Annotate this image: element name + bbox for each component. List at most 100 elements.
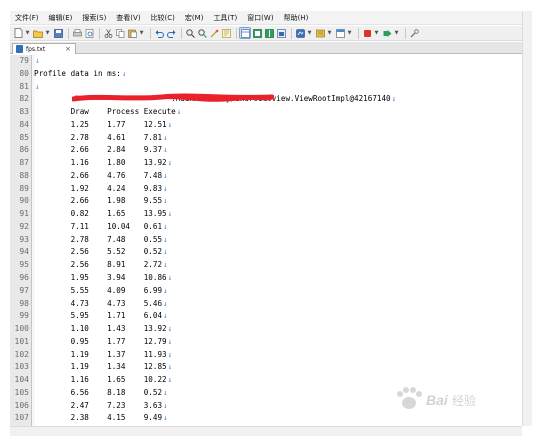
end-of-line-marker: ↓ [163,196,168,206]
toolbar: ▼ ▼ ▼ ▼ ▼ ▼ ▼ ▼ [10,26,522,41]
calendar-icon[interactable] [335,28,345,38]
line-content: 2.38 4.15 9.49 [34,413,163,423]
cut-icon[interactable] [103,28,113,38]
line-text: 2.66 4.76 7.48↓ [34,170,168,183]
editor-line[interactable]: 97 5.55 4.09 6.99↓ [10,285,522,298]
editor-line[interactable]: 86 2.66 2.84 9.37↓ [10,144,522,157]
end-of-line-marker: ↓ [163,285,168,295]
editor-lines: 79 ↓ 80 Profile data in ms:↓ 81 ↓ 82 .MainActi… [10,55,522,425]
editor-line[interactable]: 107 2.38 4.15 9.49↓ [10,412,522,425]
line-content: 1.10 1.43 13.92 [34,324,167,334]
line-number: 79 [19,56,29,65]
line-number: 82 [19,94,29,104]
new-file-icon[interactable] [13,28,23,38]
tools-icon[interactable] [409,28,419,38]
editor-line[interactable]: 84 1.25 1.77 12.51↓ [10,119,522,132]
copy-icon[interactable] [115,28,125,38]
menu-tools[interactable]: 工具(T) [208,11,242,25]
line-number: 81 [19,81,29,91]
editor-line[interactable]: 91 0.82 1.65 13.95↓ [10,208,522,221]
bookmark-icon[interactable] [221,28,231,38]
line-text: Profile data in ms:↓ [34,68,126,81]
window-icon[interactable] [276,28,286,38]
tab-fps-txt[interactable]: fps.txt × [12,43,76,54]
editor-line[interactable]: 98 4.73 4.73 5.46↓ [10,298,522,311]
editor-line[interactable]: 83 Draw Process Execute↓ [10,106,522,119]
editor-line[interactable]: 85 2.78 4.61 7.81↓ [10,132,522,145]
menu-window[interactable]: 窗口(W) [242,11,278,25]
chevron-down-icon[interactable]: ▼ [25,28,30,38]
print-preview-icon[interactable] [84,28,94,38]
editor-line[interactable]: 102 1.19 1.37 11.93↓ [10,349,522,362]
close-icon[interactable]: × [65,45,71,53]
macro-icon[interactable] [295,28,305,38]
panel-icon[interactable] [264,28,274,38]
menu-bar: 文件(F) 编辑(E) 搜索(S) 查看(V) 比较(C) 宏(M) 工具(T)… [10,11,522,25]
find-icon[interactable] [185,28,195,38]
chevron-down-icon[interactable]: ▼ [307,28,312,38]
menu-macro[interactable]: 宏(M) [180,11,209,25]
end-of-line-marker: ↓ [163,234,168,244]
tab-strip: fps.txt × [10,42,522,54]
open-file-icon[interactable] [33,28,43,38]
editor-line[interactable]: 88 2.66 4.76 7.48↓ [10,170,522,183]
end-of-line-marker: ↓ [167,158,173,168]
chevron-down-icon[interactable]: ▼ [374,28,379,38]
editor-line[interactable]: 103 1.19 1.34 12.85↓ [10,361,522,374]
line-text: 1.25 1.77 12.51↓ [34,119,173,132]
end-of-line-marker: ↓ [163,311,168,321]
text-editor[interactable]: 79 ↓ 80 Profile data in ms:↓ 81 ↓ 82 .MainActi… [10,55,522,426]
chevron-down-icon[interactable]: ▼ [327,28,332,38]
vertical-scrollbar[interactable] [522,11,532,426]
menu-edit[interactable]: 编辑(E) [44,11,78,25]
end-of-line-marker: ↓ [167,362,173,372]
menu-compare[interactable]: 比较(C) [146,11,180,25]
redaction-scribble [72,93,274,102]
line-number: 93 [19,234,29,244]
editor-line[interactable]: 93 2.78 7.48 0.55↓ [10,234,522,247]
chevron-down-icon[interactable]: ▼ [347,28,352,38]
line-content: 1.92 4.24 9.83 [34,183,163,193]
replace-icon[interactable] [209,28,219,38]
chevron-down-icon[interactable]: ▼ [394,28,399,38]
editor-line[interactable]: 87 1.16 1.80 13.92↓ [10,157,522,170]
compare-icon[interactable] [315,28,325,38]
line-number: 83 [19,107,29,117]
paste-icon[interactable] [127,28,137,38]
line-text: 5.95 1.71 6.04↓ [34,310,168,323]
editor-line[interactable]: 96 1.95 3.94 10.86↓ [10,272,522,285]
chevron-down-icon[interactable]: ▼ [45,28,50,38]
line-number: 88 [19,170,29,180]
editor-line[interactable]: 89 1.92 4.24 9.83↓ [10,183,522,196]
editor-line[interactable]: 95 2.56 8.91 2.72↓ [10,259,522,272]
chevron-down-icon[interactable]: ▼ [139,28,144,38]
menu-search[interactable]: 搜索(S) [77,11,111,25]
menu-help[interactable]: 帮助(H) [279,11,314,25]
save-icon[interactable] [53,28,63,38]
editor-line[interactable]: 80 Profile data in ms:↓ [10,68,522,81]
redo-icon[interactable] [166,28,176,38]
stop-record-icon[interactable] [362,28,372,38]
svg-text:Bai: Bai [426,392,449,408]
editor-line[interactable]: 94 2.56 5.52 0.52↓ [10,246,522,259]
line-number: 84 [19,119,29,129]
editor-line[interactable]: 81 ↓ [10,81,522,94]
menu-view[interactable]: 查看(V) [111,11,145,25]
line-content: 1.19 1.34 12.85 [34,362,167,372]
line-content: 0.95 1.77 12.79 [34,336,167,346]
line-number: 104 [14,375,29,385]
menu-file[interactable]: 文件(F) [10,11,44,25]
run-macro-icon[interactable] [382,28,392,38]
editor-line[interactable]: 99 5.95 1.71 6.04↓ [10,310,522,323]
editor-line[interactable]: 92 7.11 10.04 0.61↓ [10,221,522,234]
editor-line[interactable]: 100 1.10 1.43 13.92↓ [10,323,522,336]
panel-icon[interactable] [252,28,262,38]
editor-line[interactable]: 90 2.66 1.98 9.55↓ [10,195,522,208]
line-content: 7.11 10.04 0.61 [34,221,163,231]
view-icon[interactable] [239,27,251,39]
print-icon[interactable] [72,28,82,38]
find-next-icon[interactable] [197,28,207,38]
editor-line[interactable]: 101 0.95 1.77 12.79↓ [10,336,522,349]
editor-line[interactable]: 79 ↓ [10,55,522,68]
undo-icon[interactable] [154,28,164,38]
